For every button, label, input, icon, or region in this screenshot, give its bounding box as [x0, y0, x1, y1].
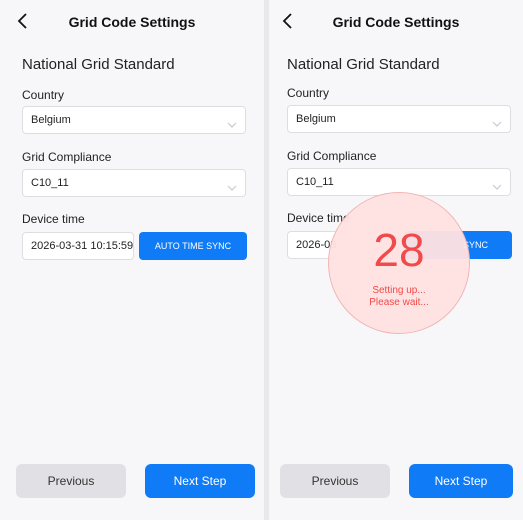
app-stage: Grid Code Settings National Grid Standar… — [0, 0, 523, 520]
auto-time-sync-button[interactable]: AUTO TIME SYNC — [139, 232, 247, 260]
country-label: Country — [287, 86, 330, 100]
setup-message-line2: Please wait... — [369, 297, 429, 308]
header: Grid Code Settings — [269, 8, 523, 36]
grid-compliance-value: C10_11 — [296, 176, 334, 188]
screen-grid-code-settings: Grid Code Settings National Grid Standar… — [0, 0, 264, 520]
grid-compliance-label: Grid Compliance — [22, 150, 112, 164]
screen-grid-code-settings-loading: Grid Code Settings National Grid Standar… — [269, 0, 523, 520]
setup-message: Setting up... Please wait... — [329, 285, 469, 309]
grid-compliance-label: Grid Compliance — [287, 149, 377, 163]
setup-message-line1: Setting up... — [372, 285, 426, 296]
header: Grid Code Settings — [0, 8, 264, 36]
countdown-number: 28 — [373, 224, 425, 276]
country-value: Belgium — [296, 113, 336, 125]
device-time-field[interactable]: 2026-03-31 10:15:59 — [22, 232, 134, 260]
page-title: Grid Code Settings — [68, 14, 196, 30]
grid-compliance-value: C10_11 — [31, 177, 69, 189]
page-title: Grid Code Settings — [332, 14, 460, 30]
setup-progress-overlay: 28 Setting up... Please wait... — [328, 192, 470, 334]
section-title: National Grid Standard — [22, 56, 175, 73]
next-step-button[interactable]: Next Step — [409, 464, 513, 498]
previous-button[interactable]: Previous — [16, 464, 126, 498]
device-time-value: 2026-03-31 10:15:59 — [31, 240, 134, 252]
section-title: National Grid Standard — [287, 56, 440, 73]
country-select[interactable]: Belgium — [22, 106, 246, 134]
device-time-label: Device time — [22, 212, 85, 226]
chevron-down-icon — [492, 115, 502, 127]
chevron-down-icon — [227, 179, 237, 191]
previous-button[interactable]: Previous — [280, 464, 390, 498]
country-value: Belgium — [31, 114, 71, 126]
grid-compliance-select[interactable]: C10_11 — [22, 169, 246, 197]
chevron-down-icon — [492, 178, 502, 190]
chevron-down-icon — [227, 116, 237, 128]
next-step-button[interactable]: Next Step — [145, 464, 255, 498]
country-label: Country — [22, 88, 65, 102]
country-select[interactable]: Belgium — [287, 105, 511, 133]
